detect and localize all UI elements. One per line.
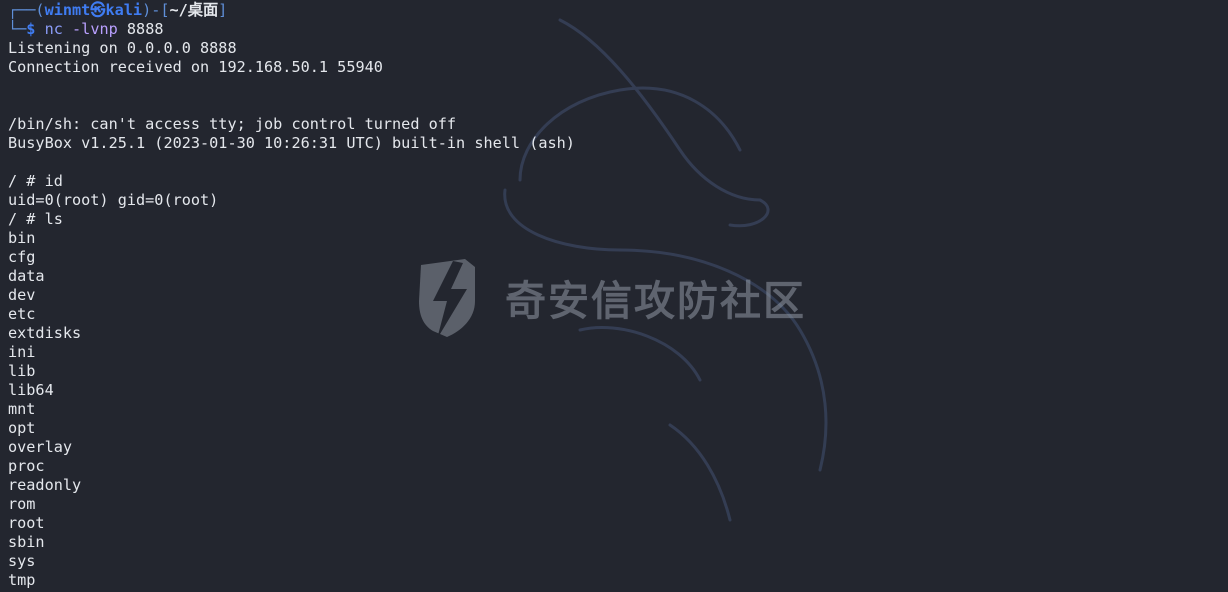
ls-entry: sys bbox=[8, 552, 36, 570]
prompt-user: winmt bbox=[44, 1, 91, 19]
prompt-line-1: ┌──(winmt㉿kali)-[~/桌面] bbox=[8, 1, 1228, 20]
ls-entry: sbin bbox=[8, 533, 45, 551]
watermark-text: 奇安信攻防社区 bbox=[505, 277, 806, 325]
shell-prompt-ls: / # ls bbox=[8, 210, 63, 228]
shell-prompt-id: / # id bbox=[8, 172, 63, 190]
prompt-second-prefix: └─ bbox=[8, 20, 27, 38]
output-id-result: uid=0(root) gid=0(root) bbox=[8, 191, 219, 209]
prompt-open-bracket: ┌──( bbox=[8, 1, 45, 19]
prompt-line-2: └─$ nc -lvnp 8888 bbox=[8, 20, 1228, 39]
command-flags: -lvnp bbox=[62, 20, 118, 38]
ls-entry: rom bbox=[8, 495, 36, 513]
output-listening: Listening on 0.0.0.0 8888 bbox=[8, 39, 237, 57]
ls-entry: tmp bbox=[8, 571, 36, 589]
prompt-host-separator: ㉿ bbox=[90, 1, 106, 19]
command-port: 8888 bbox=[117, 20, 164, 38]
ls-entry: lib64 bbox=[8, 381, 54, 399]
prompt-close: ] bbox=[218, 1, 228, 19]
ls-entry: proc bbox=[8, 457, 45, 475]
output-busybox-banner: BusyBox v1.25.1 (2023-01-30 10:26:31 UTC… bbox=[8, 134, 575, 152]
ls-entry: root bbox=[8, 514, 45, 532]
prompt-host: kali bbox=[105, 1, 143, 19]
lightning-shield-icon bbox=[419, 259, 475, 339]
ls-entry: lib bbox=[8, 362, 36, 380]
command-name: nc bbox=[44, 20, 63, 38]
output-tty-message: /bin/sh: can't access tty; job control t… bbox=[8, 115, 457, 133]
ls-entry: mnt bbox=[8, 400, 36, 418]
ls-entry: ini bbox=[8, 343, 36, 361]
prompt-dollar: $ bbox=[26, 20, 45, 38]
output-connection: Connection received on 192.168.50.1 5594… bbox=[8, 58, 383, 76]
ls-entry: readonly bbox=[8, 476, 82, 494]
watermark: 奇安信攻防社区 bbox=[413, 255, 806, 339]
prompt-mid: )-[ bbox=[142, 1, 170, 19]
ls-entry: overlay bbox=[8, 438, 73, 456]
ls-entry: opt bbox=[8, 419, 36, 437]
prompt-path: ~/桌面 bbox=[169, 1, 219, 19]
ls-entry: bin bbox=[8, 229, 36, 247]
